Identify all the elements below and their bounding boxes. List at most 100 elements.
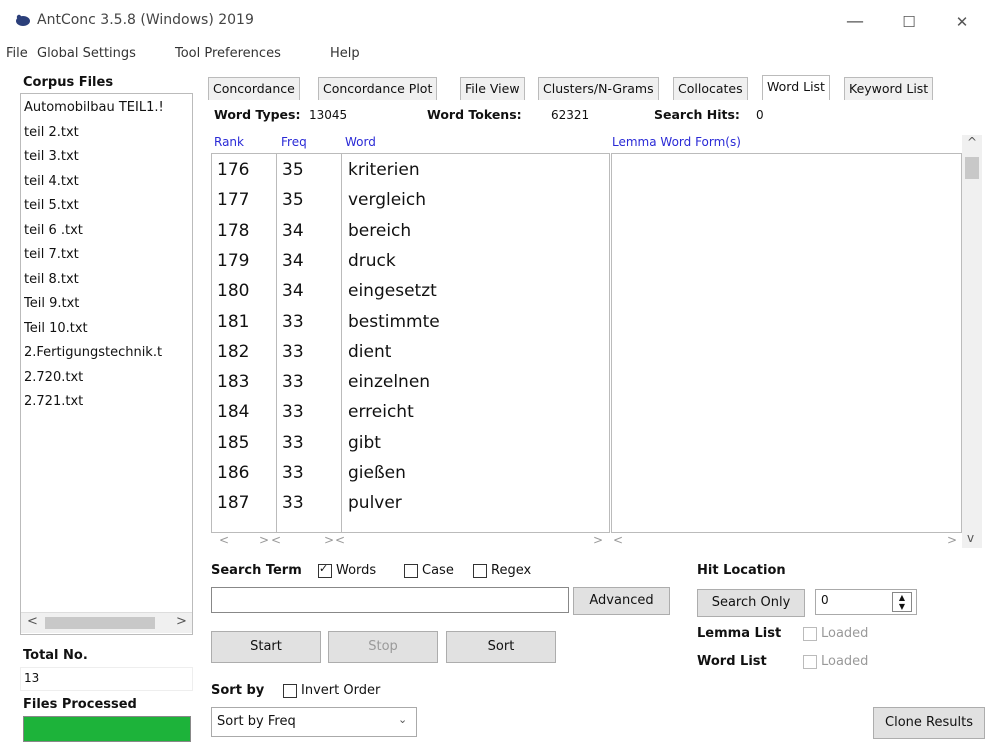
column-header-lemma[interactable]: Lemma Word Form(s) (612, 135, 741, 149)
regex-checkbox-group[interactable]: Regex (473, 563, 531, 578)
row-rank[interactable]: 184 (217, 402, 249, 422)
row-freq[interactable]: 33 (282, 463, 304, 483)
corpus-file-item[interactable]: teil 2.txt (24, 121, 189, 146)
row-freq[interactable]: 35 (282, 190, 304, 210)
tab-collocates[interactable]: Collocates (673, 77, 748, 100)
column-header-freq[interactable]: Freq (281, 135, 307, 149)
row-rank[interactable]: 183 (217, 372, 249, 392)
menu-file[interactable]: File (6, 46, 28, 61)
scroll-up-icon[interactable]: ^ (967, 135, 977, 149)
tab-concordance-plot[interactable]: Concordance Plot (318, 77, 438, 100)
corpus-file-item[interactable]: teil 4.txt (24, 170, 189, 195)
row-freq[interactable]: 33 (282, 402, 304, 422)
words-checkbox[interactable] (318, 562, 332, 578)
start-button[interactable]: Start (211, 631, 321, 663)
row-rank[interactable]: 182 (217, 342, 249, 362)
invert-order-group[interactable]: Invert Order (283, 683, 380, 698)
search-only-button[interactable]: Search Only (697, 589, 805, 617)
row-rank[interactable]: 181 (217, 312, 249, 332)
words-checkbox-label[interactable]: Words (336, 563, 376, 578)
sort-button[interactable]: Sort (446, 631, 556, 663)
corpus-file-item[interactable]: teil 6 .txt (24, 219, 189, 244)
corpus-file-item[interactable]: teil 8.txt (24, 268, 189, 293)
row-rank[interactable]: 185 (217, 433, 249, 453)
corpus-file-item[interactable]: Teil 9.txt (24, 292, 189, 317)
corpus-file-item[interactable]: teil 7.txt (24, 243, 189, 268)
row-word[interactable]: bestimmte (348, 312, 440, 332)
column-header-rank[interactable]: Rank (214, 135, 244, 149)
corpus-files-hscrollbar[interactable]: < > (21, 612, 192, 633)
row-word[interactable]: einzelnen (348, 372, 430, 392)
chevron-down-icon[interactable]: ⌄ (398, 713, 407, 726)
tab-file-view[interactable]: File View (460, 77, 525, 100)
hscroll-thumb[interactable] (45, 617, 155, 629)
words-checkbox-group[interactable]: Words (318, 562, 376, 578)
column-header-word[interactable]: Word (345, 135, 376, 149)
corpus-file-item[interactable]: teil 5.txt (24, 194, 189, 219)
scroll-down-icon[interactable]: v (967, 531, 974, 545)
invert-order-label[interactable]: Invert Order (301, 683, 380, 698)
menu-help[interactable]: Help (330, 46, 360, 61)
stop-button[interactable]: Stop (328, 631, 438, 663)
row-word[interactable]: vergleich (348, 190, 426, 210)
results-hscrollbars[interactable]: < > < > < > < > (211, 533, 960, 547)
corpus-file-item[interactable]: teil 3.txt (24, 145, 189, 170)
case-checkbox-group[interactable]: Case (404, 563, 454, 578)
tab-concordance[interactable]: Concordance (208, 77, 300, 100)
maximize-button[interactable]: ☐ (889, 8, 929, 36)
corpus-file-item[interactable]: 2.721.txt (24, 390, 189, 415)
advanced-button[interactable]: Advanced (573, 587, 670, 615)
lemma-column-pane[interactable] (611, 153, 962, 533)
regex-checkbox-label[interactable]: Regex (491, 563, 531, 578)
row-freq[interactable]: 35 (282, 160, 304, 180)
scroll-left-icon[interactable]: < (27, 614, 38, 629)
invert-order-checkbox[interactable] (283, 683, 297, 698)
hit-location-spinner[interactable]: 0 ▲ ▼ (815, 589, 917, 615)
row-word[interactable]: eingesetzt (348, 281, 437, 301)
scroll-right-icon[interactable]: > (176, 614, 187, 629)
row-freq[interactable]: 33 (282, 493, 304, 513)
close-button[interactable]: ✕ (942, 8, 982, 36)
row-word[interactable]: druck (348, 251, 396, 271)
row-word[interactable]: gibt (348, 433, 381, 453)
row-rank[interactable]: 177 (217, 190, 249, 210)
tab-word-list[interactable]: Word List (762, 75, 830, 100)
row-word[interactable]: gießen (348, 463, 406, 483)
menu-tool-preferences[interactable]: Tool Preferences (175, 46, 281, 61)
row-freq[interactable]: 33 (282, 372, 304, 392)
tab-keyword-list[interactable]: Keyword List (844, 77, 934, 100)
vscroll-thumb[interactable] (965, 157, 979, 179)
row-word[interactable]: kriterien (348, 160, 420, 180)
row-freq[interactable]: 33 (282, 312, 304, 332)
sort-by-selected[interactable]: Sort by Freq (217, 714, 296, 729)
row-freq[interactable]: 33 (282, 342, 304, 362)
clone-results-button[interactable]: Clone Results (873, 707, 985, 739)
corpus-file-item[interactable]: Automobilbau TEIL1.! (24, 96, 189, 121)
row-rank[interactable]: 176 (217, 160, 249, 180)
row-word[interactable]: bereich (348, 221, 411, 241)
row-word[interactable]: erreicht (348, 402, 414, 422)
corpus-file-item[interactable]: 2.720.txt (24, 366, 189, 391)
sort-by-select[interactable]: Sort by Freq ⌄ (211, 707, 417, 737)
corpus-file-item[interactable]: 2.Fertigungstechnik.t (24, 341, 189, 366)
row-freq[interactable]: 34 (282, 251, 304, 271)
row-freq[interactable]: 33 (282, 433, 304, 453)
spinner-arrows-icon[interactable]: ▲ ▼ (892, 592, 912, 612)
row-rank[interactable]: 178 (217, 221, 249, 241)
minimize-button[interactable]: — (835, 8, 875, 36)
corpus-file-item[interactable]: Teil 10.txt (24, 317, 189, 342)
tab-clusters-ngrams[interactable]: Clusters/N-Grams (538, 77, 659, 100)
menu-global-settings[interactable]: Global Settings (37, 46, 136, 61)
row-rank[interactable]: 186 (217, 463, 249, 483)
hit-location-spinner-value[interactable]: 0 (821, 593, 829, 607)
row-rank[interactable]: 179 (217, 251, 249, 271)
row-freq[interactable]: 34 (282, 221, 304, 241)
row-freq[interactable]: 34 (282, 281, 304, 301)
search-term-input[interactable] (211, 587, 569, 613)
row-rank[interactable]: 187 (217, 493, 249, 513)
case-checkbox-label[interactable]: Case (422, 563, 454, 578)
regex-checkbox[interactable] (473, 563, 487, 578)
results-vscrollbar[interactable]: ^ v (962, 135, 982, 548)
corpus-files-list[interactable]: Automobilbau TEIL1.! teil 2.txt teil 3.txt… (20, 93, 193, 635)
row-word[interactable]: pulver (348, 493, 402, 513)
